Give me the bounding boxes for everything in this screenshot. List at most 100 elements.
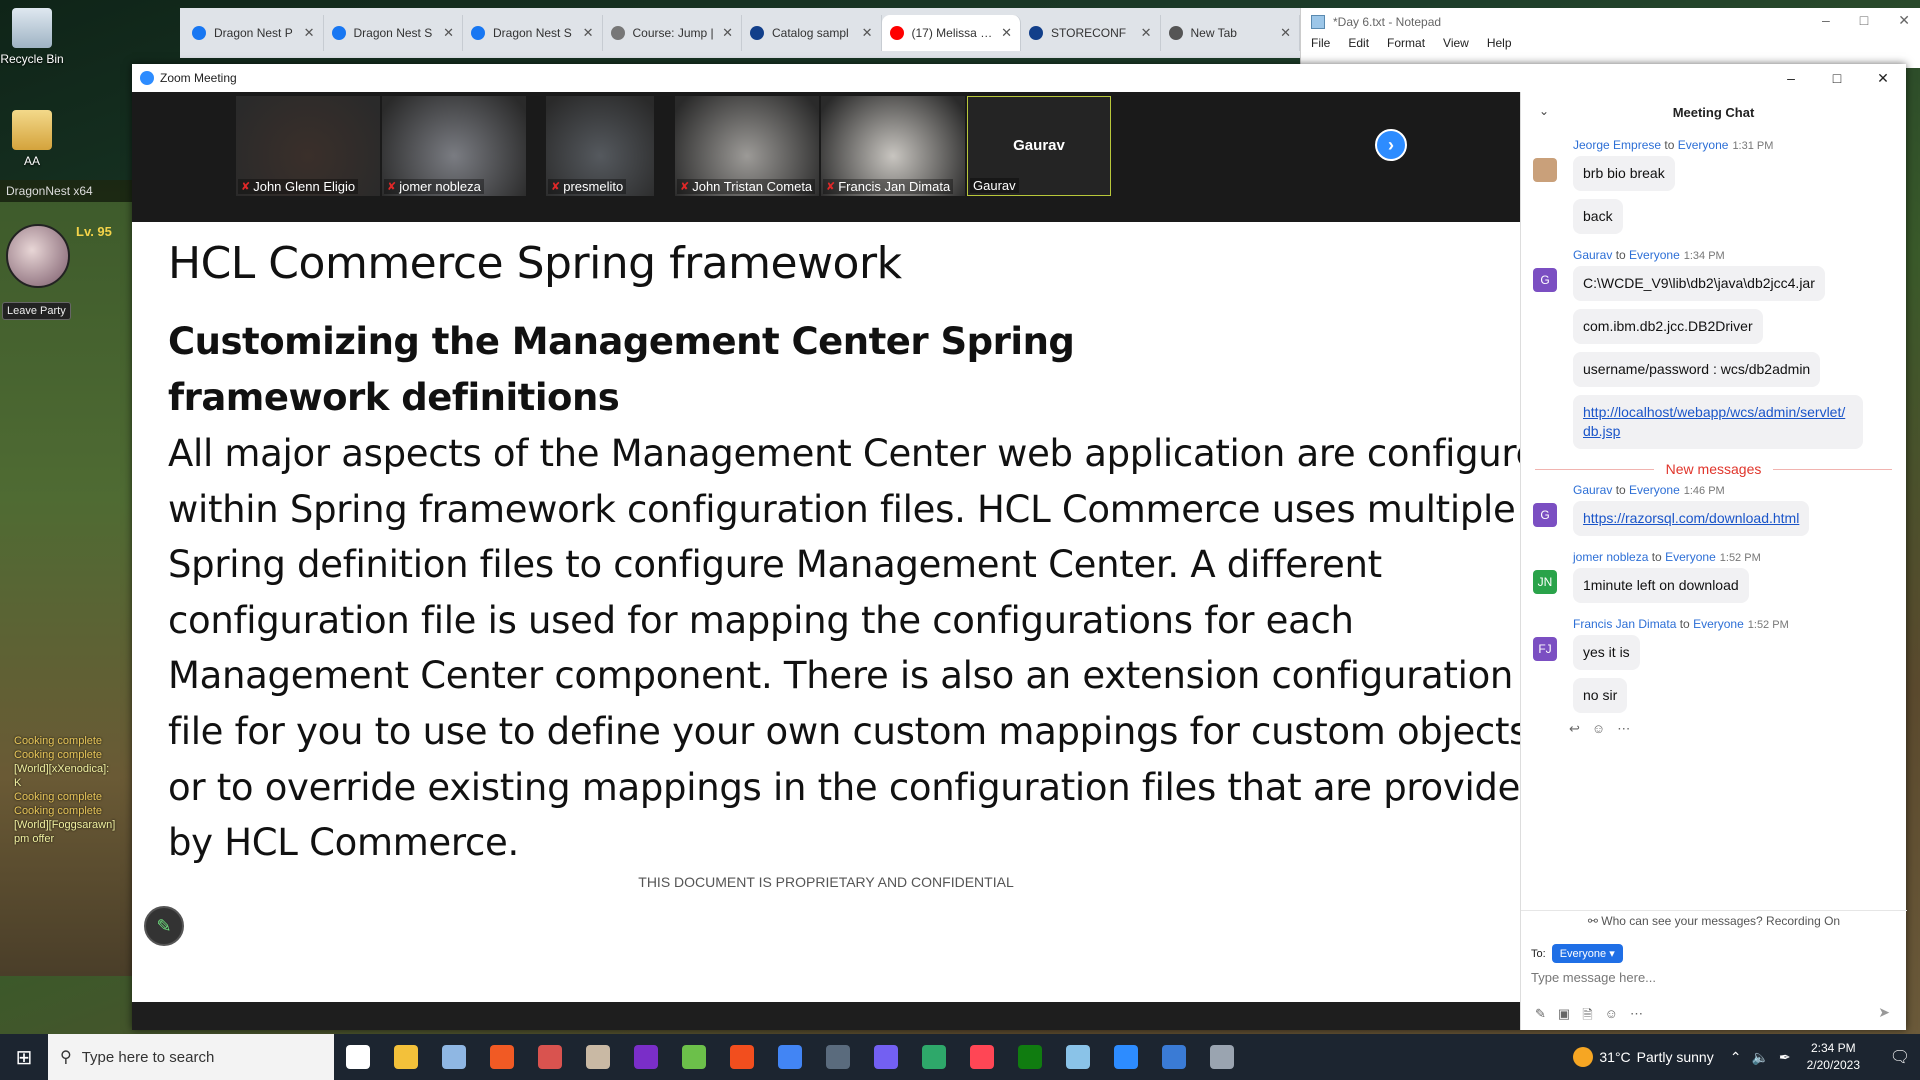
taskbar-app-figma[interactable] <box>718 1034 766 1080</box>
taskbar-app-photos[interactable] <box>1150 1034 1198 1080</box>
browser-tab-label: Dragon Nest P <box>214 26 293 40</box>
notepad-menu-item[interactable]: View <box>1443 36 1469 50</box>
emoji-icon[interactable]: ☺ <box>1605 1006 1618 1028</box>
chevron-up-icon[interactable]: ⌃ <box>1730 1049 1742 1066</box>
pen-icon[interactable]: ✒ <box>1779 1049 1791 1066</box>
browser-tab[interactable]: New Tab ✕ <box>1161 15 1300 51</box>
emoji-icon[interactable]: ☺ <box>1592 721 1605 737</box>
desktop-icon-aa[interactable]: AA <box>0 110 72 168</box>
avatar[interactable]: G <box>1533 503 1557 527</box>
avatar[interactable]: FJ <box>1533 637 1557 661</box>
browser-tab[interactable]: Dragon Nest S ✕ <box>324 15 463 51</box>
taskbar-app-edge[interactable] <box>910 1034 958 1080</box>
weather-widget[interactable]: 31°C Partly sunny <box>1573 1047 1714 1067</box>
close-icon[interactable]: ✕ <box>1141 25 1152 41</box>
volume-icon[interactable]: 🔈 <box>1751 1049 1768 1066</box>
chevron-down-icon[interactable]: ⌄ <box>1539 104 1549 118</box>
notepad-menu-item[interactable]: Format <box>1387 36 1425 50</box>
chat-sender[interactable]: jomer nobleza <box>1573 550 1648 564</box>
avatar[interactable]: JN <box>1533 570 1557 594</box>
maximize-icon[interactable]: □ <box>1814 64 1860 92</box>
taskbar-app-viber[interactable] <box>862 1034 910 1080</box>
close-icon[interactable]: ✕ <box>1860 64 1906 92</box>
close-icon[interactable]: ✕ <box>1898 12 1910 29</box>
slide-footer: THIS DOCUMENT IS PROPRIETARY AND CONFIDE… <box>638 874 1014 890</box>
avatar[interactable] <box>1533 158 1557 182</box>
maximize-icon[interactable]: □ <box>1860 12 1868 29</box>
participant-tile[interactable]: ✘ jomer nobleza <box>382 96 526 196</box>
shared-screen-slide: HCL Commerce Spring framework Customizin… <box>132 222 1561 1002</box>
participant-tile[interactable]: ✘ John Tristan Cometa <box>675 96 819 196</box>
brave-icon <box>490 1045 514 1069</box>
screenshot-icon[interactable]: ▣ <box>1558 1006 1570 1028</box>
notification-icon[interactable]: 🗨 <box>1880 1047 1920 1067</box>
participant-tile[interactable]: Gaurav Gaurav <box>967 96 1111 196</box>
notepad-menu-item[interactable]: Edit <box>1348 36 1369 50</box>
avatar[interactable]: G <box>1533 268 1557 292</box>
game-avatar[interactable] <box>6 224 70 288</box>
clock-date: 2/20/2023 <box>1806 1058 1860 1072</box>
more-icon[interactable]: ⋯ <box>1630 1006 1643 1028</box>
chat-sender[interactable]: Gaurav <box>1573 483 1612 497</box>
participant-tile[interactable]: ✘ John Glenn Eligio <box>236 96 380 196</box>
clock[interactable]: 2:34 PM 2/20/2023 <box>1807 1040 1860 1074</box>
minimize-icon[interactable]: – <box>1822 12 1830 29</box>
taskbar-app-task-view[interactable] <box>334 1034 382 1080</box>
taskbar-app-notepad-plus[interactable] <box>670 1034 718 1080</box>
file-icon[interactable]: 🗎 <box>1582 1006 1592 1028</box>
taskbar-app-valorant[interactable] <box>958 1034 1006 1080</box>
taskbar-app-word[interactable] <box>1198 1034 1246 1080</box>
chat-sender[interactable]: Francis Jan Dimata <box>1573 617 1676 631</box>
more-icon[interactable]: ⋯ <box>1617 721 1630 737</box>
taskbar-app-notes[interactable] <box>1054 1034 1102 1080</box>
browser-tab[interactable]: Course: Jump | ✕ <box>603 15 742 51</box>
participant-name: Gaurav <box>970 178 1019 193</box>
chat-message-input[interactable] <box>1531 970 1891 985</box>
leave-party-button[interactable]: Leave Party <box>2 302 71 320</box>
taskbar-app-brave[interactable] <box>478 1034 526 1080</box>
chat-message-row: http://localhost/webapp/wcs/admin/servle… <box>1573 395 1906 457</box>
notepad-window[interactable]: *Day 6.txt - Notepad – □ ✕ File Edit Forma… <box>1300 8 1920 68</box>
format-icon[interactable]: ✎ <box>1535 1006 1546 1028</box>
minimize-icon[interactable]: – <box>1768 64 1814 92</box>
chat-message-link[interactable]: http://localhost/webapp/wcs/admin/servle… <box>1573 395 1863 449</box>
notepad-menu-item[interactable]: Help <box>1487 36 1512 50</box>
browser-tab[interactable]: Dragon Nest S ✕ <box>463 15 603 51</box>
close-icon[interactable]: ✕ <box>862 25 873 41</box>
taskbar-app-zoom[interactable] <box>1102 1034 1150 1080</box>
browser-tab[interactable]: Catalog sampl ✕ <box>742 15 882 51</box>
chat-privacy-notice[interactable]: ⚯ Who can see your messages? Recording O… <box>1521 914 1907 928</box>
participant-tile[interactable]: ✘ Francis Jan Dimata <box>821 96 965 196</box>
close-icon[interactable]: ✕ <box>722 25 733 41</box>
windows-start-icon[interactable]: ⊞ <box>0 1034 48 1080</box>
chevron-right-icon[interactable]: › <box>1375 129 1407 161</box>
send-icon[interactable]: ➤ <box>1878 1004 1890 1021</box>
close-icon[interactable]: ✕ <box>583 25 594 41</box>
browser-tab[interactable]: (17) Melissa - Y ✕ <box>881 15 1021 51</box>
taskbar-app-paint[interactable] <box>430 1034 478 1080</box>
reply-icon[interactable]: ↩ <box>1569 721 1580 737</box>
desktop-icon-recycle-bin[interactable]: Recycle Bin <box>0 8 72 66</box>
taskbar-app-xbox[interactable] <box>1006 1034 1054 1080</box>
pencil-icon[interactable]: ✎ <box>144 906 184 946</box>
close-icon[interactable]: ✕ <box>1280 25 1291 41</box>
taskbar-app-file-explorer[interactable] <box>382 1034 430 1080</box>
taskbar-app-snipping[interactable] <box>526 1034 574 1080</box>
chat-sender[interactable]: Gaurav <box>1573 248 1612 262</box>
taskbar-search[interactable]: ⚲ Type here to search <box>48 1034 334 1080</box>
notepad-menu-item[interactable]: File <box>1311 36 1330 50</box>
recipient-select[interactable]: Everyone ▾ <box>1551 944 1623 963</box>
taskbar-app-dragon-nest[interactable] <box>574 1034 622 1080</box>
browser-tab[interactable]: STORECONF ✕ <box>1021 15 1161 51</box>
chat-sender[interactable]: Jeorge Emprese <box>1573 138 1661 152</box>
game-log-line: Cooking complete <box>14 791 103 803</box>
taskbar-app-intellij[interactable] <box>622 1034 670 1080</box>
close-icon[interactable]: ✕ <box>443 25 454 41</box>
chat-message-link[interactable]: https://razorsql.com/download.html <box>1573 501 1810 536</box>
close-icon[interactable]: ✕ <box>1001 25 1012 41</box>
browser-tab[interactable]: Dragon Nest P ✕ <box>184 15 324 51</box>
close-icon[interactable]: ✕ <box>304 25 315 41</box>
taskbar-app-calculator[interactable] <box>814 1034 862 1080</box>
taskbar-app-chrome[interactable] <box>766 1034 814 1080</box>
participant-tile[interactable]: ✘ presmelito <box>546 96 654 196</box>
